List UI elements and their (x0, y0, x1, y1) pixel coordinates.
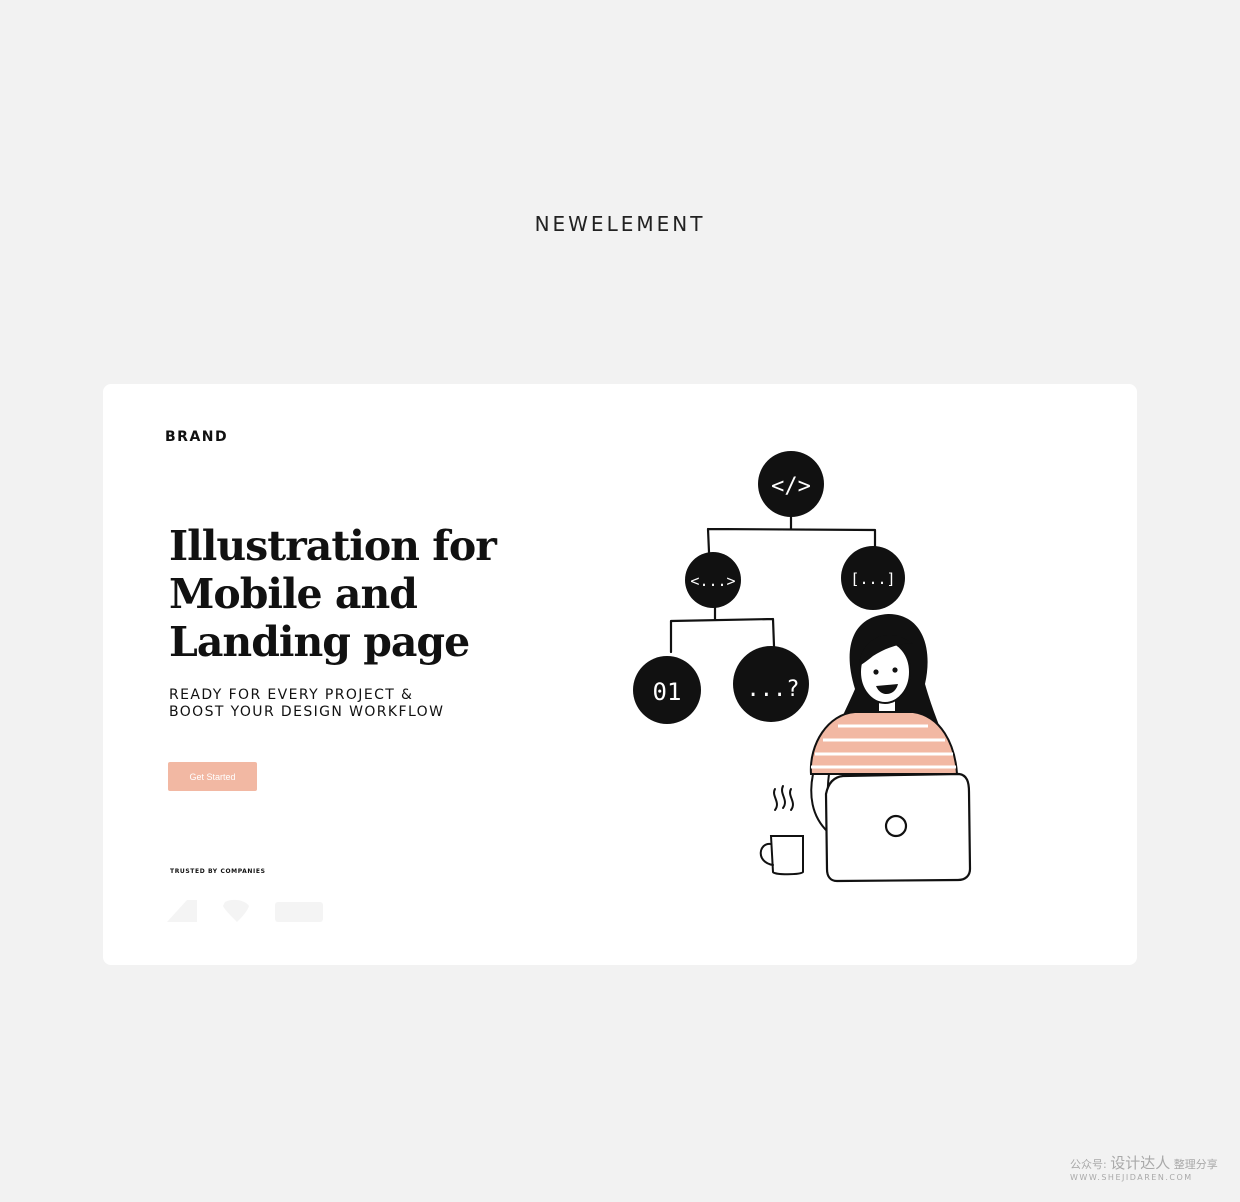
coffee-mug-icon (759, 785, 804, 876)
subtitle-line: READY FOR EVERY PROJECT & (169, 687, 414, 703)
node-code-label: </> (771, 474, 811, 499)
hero-headline: Illustration for Mobile and Landing page (169, 522, 549, 666)
partner-logos (167, 899, 323, 922)
trusted-by-label: TRUSTED BY COMPANIES (170, 868, 266, 875)
watermark-name: 设计达人 (1110, 1154, 1171, 1172)
headline-line: Illustration for (169, 522, 497, 570)
node-question-icon: ...? (733, 646, 809, 722)
node-question-label: ...? (747, 677, 800, 702)
developer-illustration: </> <...> [...] 01 ...? (633, 451, 972, 883)
node-tag-icon: <...> (685, 552, 741, 608)
landing-card: BRAND Illustration for Mobile and Landin… (103, 384, 1137, 965)
brand-logo[interactable]: BRAND (165, 429, 228, 445)
laptop-icon (824, 772, 972, 883)
partner-logo-1-icon (167, 900, 197, 922)
subtitle-line: BOOST YOUR DESIGN WORKFLOW (169, 704, 445, 720)
node-array-icon: [...] (841, 546, 905, 610)
watermark-suffix: 整理分享 (1173, 1158, 1218, 1171)
watermark-prefix: 公众号: (1070, 1158, 1107, 1171)
node-binary-icon: 01 (633, 656, 701, 724)
watermark: 公众号: 设计达人 整理分享 WWW.SHEJIDAREN.COM (1070, 1152, 1230, 1182)
node-tag-label: <...> (690, 572, 735, 590)
get-started-button[interactable]: Get Started (168, 762, 257, 791)
studio-logo: NEWELEMENT (534, 212, 706, 236)
headline-line: Mobile and (169, 570, 418, 618)
hero-subtitle: READY FOR EVERY PROJECT & BOOST YOUR DES… (169, 687, 444, 721)
partner-logo-2-icon (223, 899, 249, 922)
headline-line: Landing page (169, 618, 470, 666)
watermark-title: 公众号: 设计达人 整理分享 (1070, 1152, 1230, 1173)
partner-logo-3-icon (275, 902, 323, 922)
node-array-label: [...] (850, 570, 895, 588)
node-binary-label: 01 (653, 678, 682, 706)
watermark-url: WWW.SHEJIDAREN.COM (1070, 1173, 1193, 1182)
node-code-icon: </> (758, 451, 824, 517)
